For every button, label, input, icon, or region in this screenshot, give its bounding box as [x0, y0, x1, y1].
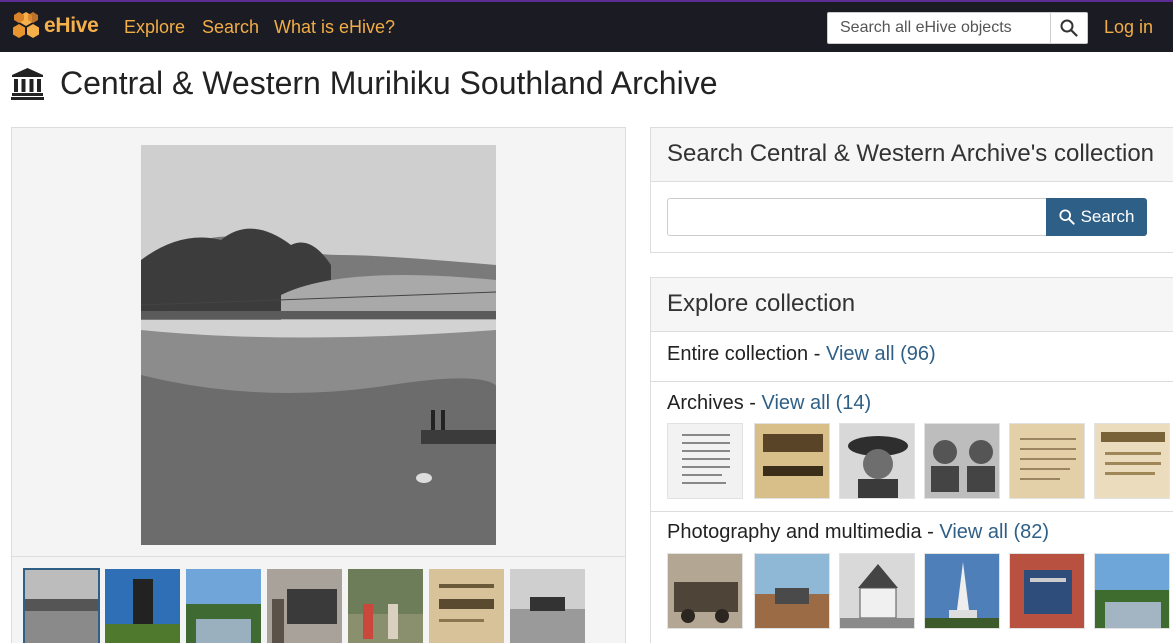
thumbnail-4[interactable] [267, 569, 342, 643]
photography-text: Photography and multimedia - [667, 521, 940, 543]
top-navbar: eHive Explore Search What is eHive? Sear… [0, 0, 1173, 52]
archive-thumb-4[interactable] [924, 423, 1000, 499]
photography-label: Photography and multimedia - View all (8… [667, 521, 1049, 544]
nav-explore-link[interactable]: Explore [124, 17, 185, 38]
page-title: Central & Western Murihiku Southland Arc… [60, 65, 718, 101]
collection-search-button[interactable]: Search [1046, 198, 1147, 236]
thumbnail-6[interactable] [429, 569, 504, 643]
search-icon [1059, 209, 1075, 225]
archive-thumb-3[interactable] [839, 423, 915, 499]
collection-search-input[interactable] [667, 198, 1047, 236]
archive-thumb-6[interactable] [1094, 423, 1170, 499]
photo-thumb-5[interactable] [1009, 553, 1085, 629]
thumbnail-2[interactable] [105, 569, 180, 643]
global-search-input[interactable]: Search all eHive objects [827, 12, 1051, 44]
featured-image[interactable] [141, 145, 496, 545]
explore-heading: Explore collection [651, 278, 1173, 332]
login-link[interactable]: Log in [1104, 17, 1153, 38]
search-icon [1060, 19, 1078, 37]
thumbnail-5[interactable] [348, 569, 423, 643]
thumbnail-1[interactable] [23, 568, 100, 643]
nav-what-is-ehive-link[interactable]: What is eHive? [274, 17, 395, 38]
archives-label: Archives - View all (14) [667, 392, 871, 415]
ehive-logo-icon[interactable] [11, 11, 41, 41]
river-bridge-photo [141, 145, 496, 545]
collection-search-panel: Search Central & Western Archive's colle… [650, 127, 1173, 253]
entire-collection-label: Entire collection - View all (96) [667, 343, 936, 366]
photo-thumb-3[interactable] [839, 553, 915, 629]
nav-search-link[interactable]: Search [202, 17, 259, 38]
brand-name[interactable]: eHive [44, 14, 99, 38]
archive-thumb-2[interactable] [754, 423, 830, 499]
global-search-button[interactable] [1050, 12, 1088, 44]
entire-collection-view-all-link[interactable]: View all (96) [826, 343, 936, 365]
entire-collection-row: Entire collection - View all (96) [651, 332, 1173, 381]
archive-thumb-5[interactable] [1009, 423, 1085, 499]
archives-text: Archives - [667, 392, 762, 414]
collection-search-button-label: Search [1080, 207, 1135, 226]
entire-collection-text: Entire collection - [667, 343, 826, 365]
photography-view-all-link[interactable]: View all (82) [939, 521, 1049, 543]
archive-thumb-1[interactable] [667, 423, 743, 499]
photo-thumb-6[interactable] [1094, 553, 1170, 629]
photo-thumb-2[interactable] [754, 553, 830, 629]
thumbnail-3[interactable] [186, 569, 261, 643]
collection-search-heading: Search Central & Western Archive's colle… [651, 128, 1173, 182]
archives-view-all-link[interactable]: View all (14) [761, 392, 871, 414]
thumbnail-7[interactable] [510, 569, 585, 643]
photo-thumb-1[interactable] [667, 553, 743, 629]
photo-thumb-4[interactable] [924, 553, 1000, 629]
museum-icon [11, 68, 44, 100]
